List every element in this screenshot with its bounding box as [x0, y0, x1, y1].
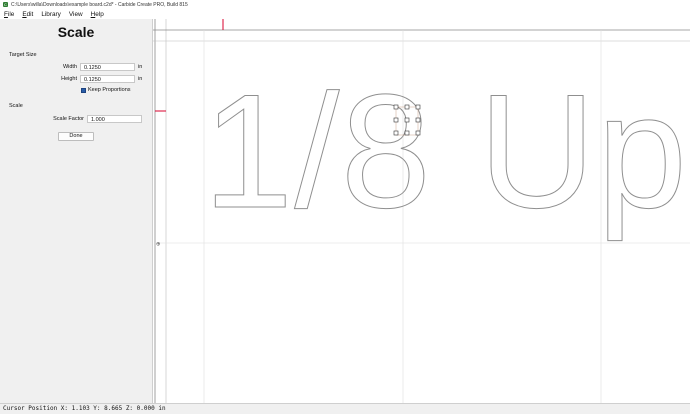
origin-marker-icon: ⊕: [156, 242, 160, 248]
resize-handle[interactable]: [393, 104, 399, 110]
window-title: C:\Users\willa\Downloads\example board.c…: [11, 1, 188, 8]
resize-handle[interactable]: [415, 117, 421, 123]
app-icon: C: [3, 2, 8, 7]
scale-factor-input[interactable]: 1.000: [87, 115, 142, 123]
panel-title: Scale: [57, 24, 95, 40]
keep-proportions-checkbox[interactable]: [81, 88, 86, 93]
cursor-position-readout: Cursor Position X: 1.103 Y: 8.665 Z: 0.0…: [3, 405, 166, 412]
menu-file[interactable]: File: [0, 11, 18, 18]
menu-view[interactable]: View: [65, 11, 87, 18]
height-label: Height: [61, 76, 77, 82]
width-input[interactable]: 0.1250: [80, 63, 135, 71]
width-unit: in: [138, 64, 143, 70]
scale-panel: Scale Target Size Width 0.1250 in Height…: [0, 19, 153, 403]
width-label: Width: [62, 64, 77, 70]
resize-handle[interactable]: [404, 104, 410, 110]
menu-help[interactable]: Help: [87, 11, 108, 18]
canvas-svg: ⊕ 1/8 Up: [153, 19, 690, 403]
height-input[interactable]: 0.1250: [80, 75, 135, 83]
resize-handle[interactable]: [393, 117, 399, 123]
scale-factor-label: Scale Factor: [53, 116, 84, 122]
resize-handle[interactable]: [393, 130, 399, 136]
target-size-label: Target Size: [9, 52, 37, 58]
resize-handle[interactable]: [404, 130, 410, 136]
menu-edit[interactable]: Edit: [18, 11, 37, 18]
menu-library[interactable]: Library: [37, 11, 65, 18]
done-button[interactable]: Done: [58, 132, 94, 141]
design-canvas[interactable]: ⊕ 1/8 Up: [153, 19, 690, 403]
keep-proportions-label[interactable]: Keep Proportions: [88, 87, 131, 93]
height-unit: in: [138, 76, 143, 82]
status-bar: Cursor Position X: 1.103 Y: 8.665 Z: 0.0…: [0, 403, 690, 414]
scale-section-label: Scale: [9, 103, 23, 109]
resize-handle[interactable]: [415, 130, 421, 136]
title-bar: C C:\Users\willa\Downloads\example board…: [0, 0, 690, 9]
resize-handle[interactable]: [404, 117, 410, 123]
resize-handle[interactable]: [415, 104, 421, 110]
design-text-outline[interactable]: 1/8 Up: [203, 61, 688, 243]
